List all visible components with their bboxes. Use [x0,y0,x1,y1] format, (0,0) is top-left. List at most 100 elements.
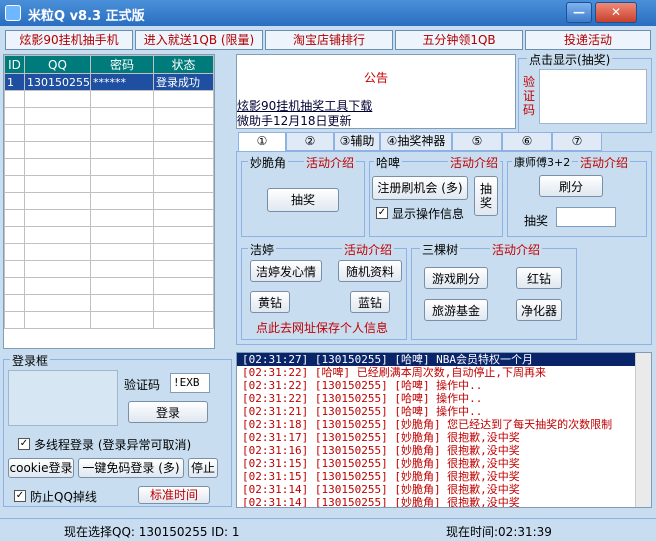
group-kangshifu: 康师傅3+2 活动介绍 刷分 抽奖 [507,154,647,237]
stop-button[interactable]: 停止 [188,458,218,478]
table-row[interactable]: 1 130150255 ****** 登录成功 [4,73,214,91]
haha-show-info-label: 显示操作信息 [392,207,465,221]
tab-strip: ① ② ③辅助 ④抽奖神器 ⑤ ⑥ ⑦ [236,132,652,152]
list-item[interactable]: [02:31:16] [130150255] [妙脆角] 很抱歉,没中奖 [237,444,651,457]
login-button[interactable]: 登录 [128,401,208,423]
title-bar: 米粒Q v8.3 正式版 — ✕ [0,0,656,26]
sankeshu-purifier-button[interactable]: 净化器 [516,299,562,321]
captcha-display-group: 点击显示(抽奖) 验证码 [518,51,652,133]
login-captcha-label: 验证码 [124,378,161,392]
col-header-qq[interactable]: QQ [24,55,91,74]
haha-intro-link[interactable]: 活动介绍 [448,154,501,171]
sankeshu-game-brush-button[interactable]: 游戏刷分 [424,267,488,289]
status-bar: 现在选择QQ: 130150255 ID: 1 现在时间:02:31:39 [0,518,656,541]
group-sankeshu: 三棵树 活动介绍 游戏刷分 红钻 旅游基金 净化器 [411,241,577,340]
group-jieting: 洁婷 活动介绍 洁婷发心情 随机资料 黄钻 蓝钻 点此去网址保存个人信息 [241,241,407,340]
log-list[interactable]: [02:31:27] [130150255] [哈啤] NBA会员特权一个月 [… [236,352,652,508]
miaocuijiao-intro-link[interactable]: 活动介绍 [304,154,357,171]
kangshifu-brush-button[interactable]: 刷分 [539,175,603,197]
list-item[interactable]: [02:31:14] [130150255] [妙脆角] 很抱歉,没中奖 [237,496,651,507]
login-legend: 登录框 [10,352,51,369]
group-jieting-title: 洁婷 [248,241,277,258]
login-captcha-input[interactable]: !EXB [170,373,210,393]
tab-6[interactable]: ⑥ [502,132,552,151]
sankeshu-travel-fund-button[interactable]: 旅游基金 [424,299,488,321]
cell-status: 登录成功 [153,73,214,91]
list-item[interactable]: [02:31:15] [130150255] [妙脆角] 很抱歉,没中奖 [237,457,651,470]
jieting-mood-button[interactable]: 洁婷发心情 [250,260,322,282]
group-sankeshu-title: 三棵树 [420,241,461,258]
prevent-drop-checkbox[interactable]: ✓ [14,490,26,502]
jieting-save-info-link[interactable]: 点此去网址保存个人信息 [256,319,388,336]
tab-1[interactable]: ① [238,132,286,152]
list-item[interactable]: [02:31:14] [130150255] [妙脆角] 很抱歉,没中奖 [237,483,651,496]
cell-qq: 130150255 [24,73,91,91]
group-haha-title: 哈啤 [374,154,403,171]
sankeshu-red-diamond-button[interactable]: 红钻 [516,267,562,289]
log-scrollbar[interactable] [635,353,651,507]
top-nav: 炫影90挂机抽手机 进入就送1QB (限量) 淘宝店铺排行 五分钟领1QB 投递… [5,30,651,50]
notice-panel: 公告 炫影90挂机抽奖工具下载 微助手12月18日更新 [236,54,516,129]
jieting-blue-diamond-button[interactable]: 蓝钻 [350,291,390,313]
app-icon [5,5,21,21]
list-item[interactable]: [02:31:18] [130150255] [妙脆角] 您已经达到了每天抽奖的… [237,418,651,431]
list-item[interactable]: [02:31:22] [130150255] [哈啤] 操作中.. [237,379,651,392]
multi-thread-label: 多线程登录 (登录异常可取消) [34,438,192,452]
prevent-drop-label: 防止QQ掉线 [30,490,97,504]
sankeshu-intro-link[interactable]: 活动介绍 [490,241,543,258]
nav-link-xuanying[interactable]: 炫影90挂机抽手机 [5,30,133,50]
minimize-button[interactable]: — [566,2,592,23]
login-captcha-image [8,370,118,426]
standard-time-button[interactable]: 标准时间 [138,486,210,504]
tab-7[interactable]: ⑦ [552,132,602,151]
col-header-id[interactable]: ID [4,55,25,74]
cell-id: 1 [4,73,25,91]
notice-update-text: 微助手12月18日更新 [237,114,352,128]
tab-3-assist[interactable]: ③辅助 [334,132,380,151]
kangshifu-draw-input[interactable] [556,207,616,227]
jieting-intro-link[interactable]: 活动介绍 [342,241,395,258]
captcha-label: 验证码 [523,75,536,117]
list-item[interactable]: [02:31:27] [130150255] [哈啤] NBA会员特权一个月 [237,353,651,366]
group-kangshifu-title: 康师傅3+2 [512,154,573,170]
col-header-password[interactable]: 密码 [90,55,154,74]
status-current-qq: 现在选择QQ: 130150255 ID: 1 [64,525,240,539]
nav-link-send-qb[interactable]: 进入就送1QB (限量) [135,30,263,50]
one-key-login-button[interactable]: 一键免码登录 (多) [78,458,184,478]
group-miaocuijiao: 妙脆角 活动介绍 抽奖 [241,154,365,237]
list-item[interactable]: [02:31:22] [130150255] [哈啤] 操作中.. [237,392,651,405]
cell-password: ****** [90,73,154,91]
list-item[interactable]: [02:31:22] [哈啤] 已经刷满本周次数,自动停止,下周再来 [237,366,651,379]
cookie-login-button[interactable]: cookie登录 [8,458,74,478]
tab-5[interactable]: ⑤ [452,132,502,151]
account-grid[interactable]: ID QQ 密码 状态 1 130150255 ****** 登录成功 [3,54,215,349]
window-title: 米粒Q v8.3 正式版 [28,9,145,24]
kangshifu-intro-link[interactable]: 活动介绍 [578,154,631,171]
nav-link-five-min[interactable]: 五分钟领1QB [395,30,523,50]
tab-content: 妙脆角 活动介绍 抽奖 哈啤 活动介绍 注册刷机会 (多) 抽奖 ✓ 显示操作信… [236,151,652,345]
haha-show-info-checkbox[interactable]: ✓ [376,207,388,219]
nav-link-taobao[interactable]: 淘宝店铺排行 [265,30,393,50]
haha-draw-button[interactable]: 抽奖 [474,176,498,216]
miaocuijiao-draw-button[interactable]: 抽奖 [267,188,339,212]
login-group: 登录框 验证码 !EXB 登录 ✓ 多线程登录 (登录异常可取消) cookie… [3,352,232,507]
captcha-display-legend[interactable]: 点击显示(抽奖) [527,51,613,68]
list-item[interactable]: [02:31:17] [130150255] [妙脆角] 很抱歉,没中奖 [237,431,651,444]
tab-4-lottery[interactable]: ④抽奖神器 [380,132,452,151]
tab-2[interactable]: ② [286,132,334,151]
jieting-yellow-diamond-button[interactable]: 黄钻 [250,291,290,313]
list-item[interactable]: [02:31:21] [130150255] [哈啤] 操作中.. [237,405,651,418]
group-haha: 哈啤 活动介绍 注册刷机会 (多) 抽奖 ✓ 显示操作信息 [369,154,503,237]
captcha-image[interactable] [539,69,647,124]
haha-register-button[interactable]: 注册刷机会 (多) [372,176,468,200]
list-item[interactable]: [02:31:15] [130150255] [妙脆角] 很抱歉,没中奖 [237,470,651,483]
nav-link-activity[interactable]: 投递活动 [525,30,651,50]
col-header-status[interactable]: 状态 [153,55,214,74]
jieting-random-data-button[interactable]: 随机资料 [338,260,402,282]
multi-thread-checkbox[interactable]: ✓ [18,438,30,450]
close-button[interactable]: ✕ [595,2,637,23]
group-miaocuijiao-title: 妙脆角 [248,154,289,171]
kangshifu-draw-label: 抽奖 [524,214,549,228]
status-time: 现在时间:02:31:39 [446,525,552,539]
notice-title: 公告 [363,71,388,85]
